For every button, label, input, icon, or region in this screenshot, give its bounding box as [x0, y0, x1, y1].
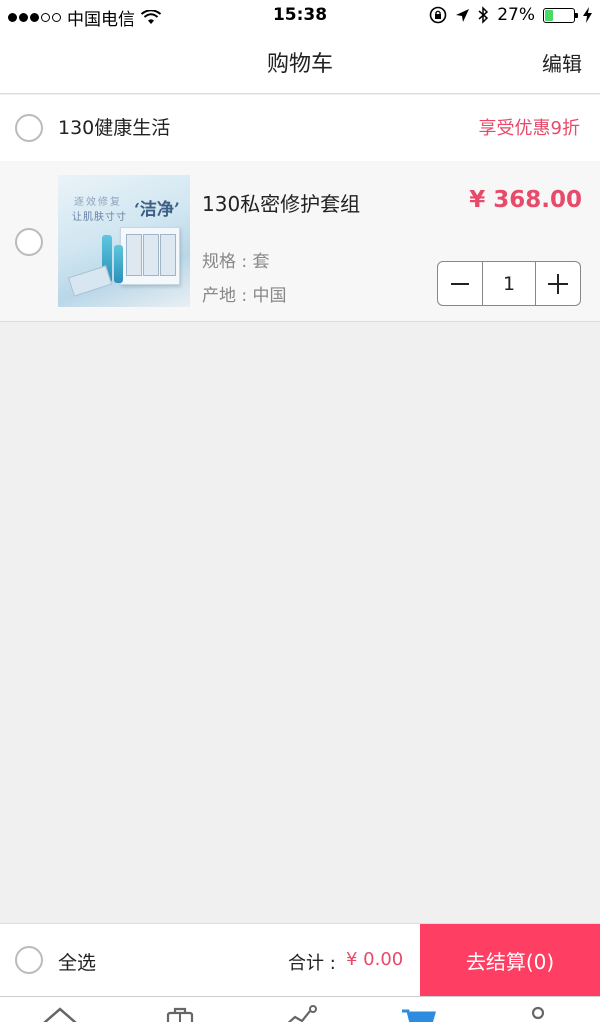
bag-icon[interactable] [160, 1003, 200, 1022]
home-icon[interactable] [40, 1003, 80, 1022]
cart-item: 逐效修复 让肌肤寸寸 ‘洁净’ 130私密修护套组 ¥ 368.00 规格 : … [0, 161, 600, 322]
decrease-quantity-button[interactable] [438, 262, 482, 305]
total-value: ¥ 0.00 [346, 949, 404, 970]
product-image-text-1: 逐效修复 [74, 197, 122, 208]
product-name[interactable]: 130私密修护套组 [202, 188, 360, 217]
store-name[interactable]: 130健康生活 [58, 113, 170, 140]
minus-icon [451, 282, 469, 285]
bottle-graphic [114, 245, 123, 283]
nav-bar: 购物车 编辑 [0, 32, 600, 94]
status-right: 27% [429, 5, 592, 25]
total-label: 合计 : [288, 953, 336, 974]
checkout-button[interactable]: 去结算(0) [420, 924, 600, 997]
product-box-graphic [120, 227, 180, 285]
increase-quantity-button[interactable] [536, 262, 580, 305]
product-origin: 产地 : 中国 [202, 286, 287, 306]
page-title: 购物车 [266, 52, 333, 77]
quantity-value[interactable]: 1 [482, 262, 536, 305]
battery-icon [543, 7, 578, 23]
store-header: 130健康生活 享受优惠9折 [0, 95, 600, 161]
item-select-checkbox[interactable] [15, 228, 43, 256]
cart-icon[interactable] [398, 1003, 438, 1022]
product-image-text-2: 让肌肤寸寸 [72, 212, 127, 223]
select-all-checkbox[interactable] [15, 946, 43, 974]
store-discount-badge: 享受优惠9折 [478, 118, 580, 139]
bluetooth-icon [478, 6, 489, 24]
product-image[interactable]: 逐效修复 让肌肤寸寸 ‘洁净’ [58, 175, 190, 307]
location-arrow-icon [456, 8, 470, 22]
product-image-highlight: ‘洁净’ [134, 200, 180, 220]
charging-bolt-icon [583, 7, 592, 23]
status-bar: 中国电信 15:38 27% [0, 0, 600, 32]
tab-bar [0, 996, 600, 1022]
battery-percent: 27% [497, 5, 535, 25]
product-price: ¥ 368.00 [469, 187, 582, 213]
trend-icon[interactable] [280, 1003, 320, 1022]
plus-icon [548, 273, 568, 294]
checkout-bar: 全选 合计 : ¥ 0.00 去结算(0) [0, 923, 600, 997]
select-all-label[interactable]: 全选 [58, 948, 96, 975]
product-spec: 规格 : 套 [202, 252, 270, 272]
sachet-graphic [67, 265, 113, 297]
store-select-checkbox[interactable] [15, 114, 43, 142]
rotation-lock-icon [429, 6, 447, 24]
quantity-stepper: 1 [437, 261, 581, 306]
edit-button[interactable]: 编辑 [542, 48, 582, 77]
user-icon[interactable] [518, 1003, 558, 1022]
